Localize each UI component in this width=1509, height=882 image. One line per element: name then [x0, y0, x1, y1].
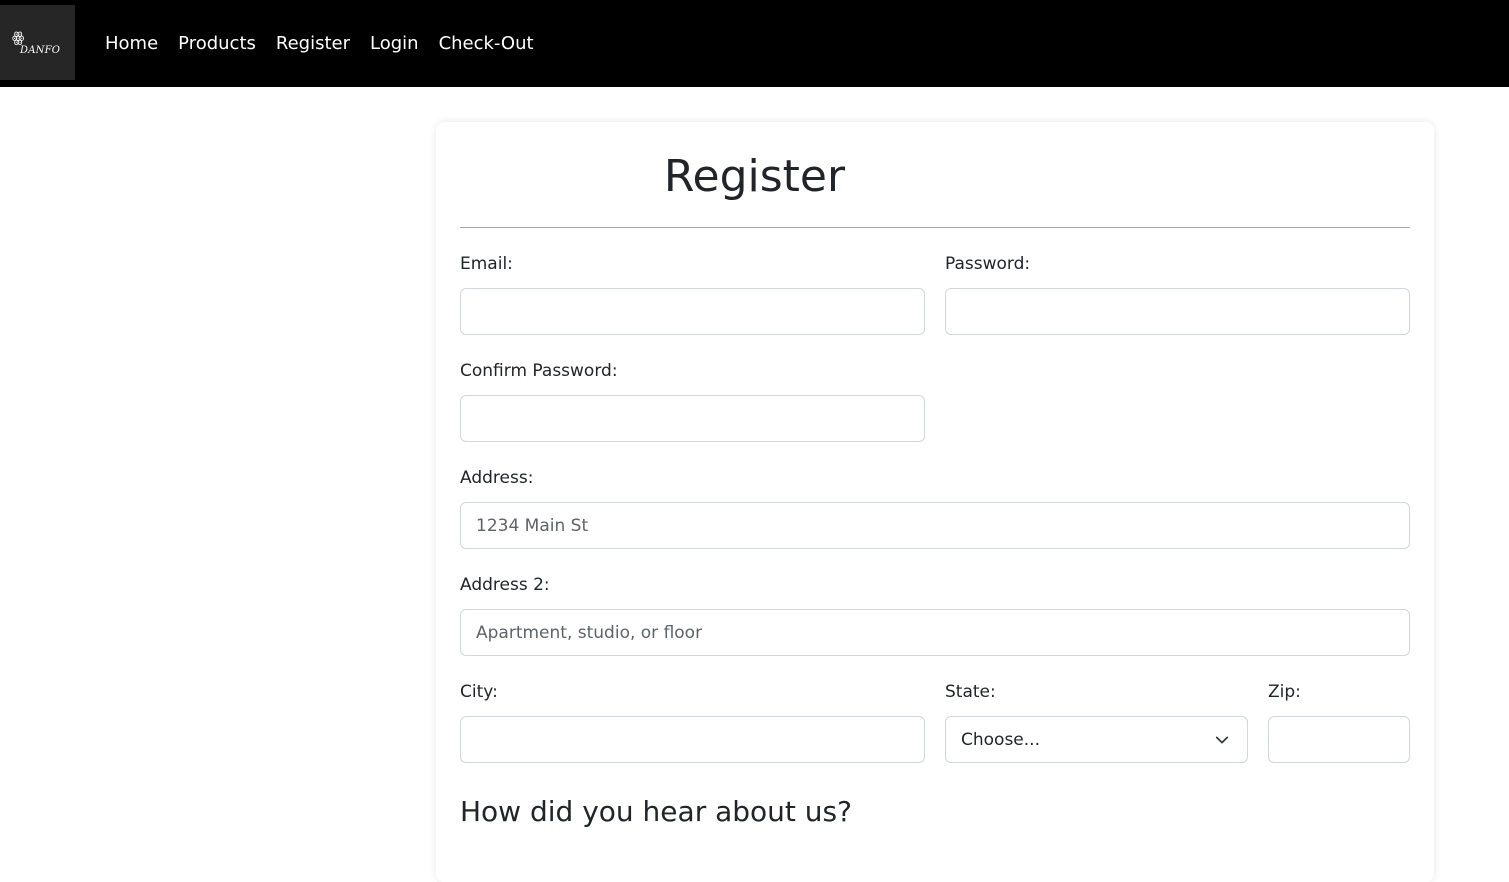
- city-label: City:: [460, 682, 498, 702]
- address2-field[interactable]: [460, 609, 1410, 656]
- state-selected-value: Choose...: [961, 730, 1040, 750]
- confirm-password-field[interactable]: [460, 395, 925, 442]
- nav-link-home[interactable]: Home: [95, 30, 168, 58]
- brand-logo[interactable]: ꙮ DANFO: [0, 5, 75, 80]
- nav-link-register[interactable]: Register: [266, 30, 360, 58]
- zip-label: Zip:: [1268, 682, 1301, 702]
- chevron-down-icon: [1215, 736, 1229, 744]
- address-label: Address:: [460, 468, 534, 488]
- logo-emblem-icon: ꙮ: [12, 30, 25, 46]
- password-label: Password:: [945, 254, 1031, 274]
- nav-link-products[interactable]: Products: [168, 30, 266, 58]
- email-label: Email:: [460, 254, 513, 274]
- nav-link-checkout[interactable]: Check-Out: [429, 30, 544, 58]
- state-label: State:: [945, 682, 996, 702]
- zip-field[interactable]: [1268, 716, 1410, 763]
- nav-link-login[interactable]: Login: [360, 30, 429, 58]
- confirm-password-label: Confirm Password:: [460, 361, 618, 381]
- logo-text: DANFO: [20, 45, 61, 56]
- address-field[interactable]: [460, 502, 1410, 549]
- main-nav: Home Products Register Login Check-Out: [95, 30, 544, 58]
- address2-label: Address 2:: [460, 575, 550, 595]
- state-select[interactable]: Choose...: [945, 716, 1248, 763]
- page-title: Register: [663, 151, 846, 202]
- city-field[interactable]: [460, 716, 925, 763]
- email-field[interactable]: [460, 288, 925, 335]
- how-heard-heading: How did you hear about us?: [460, 795, 852, 828]
- top-navbar: ꙮ DANFO Home Products Register Login Che…: [0, 0, 1509, 87]
- title-divider: [460, 227, 1410, 228]
- password-field[interactable]: [945, 288, 1410, 335]
